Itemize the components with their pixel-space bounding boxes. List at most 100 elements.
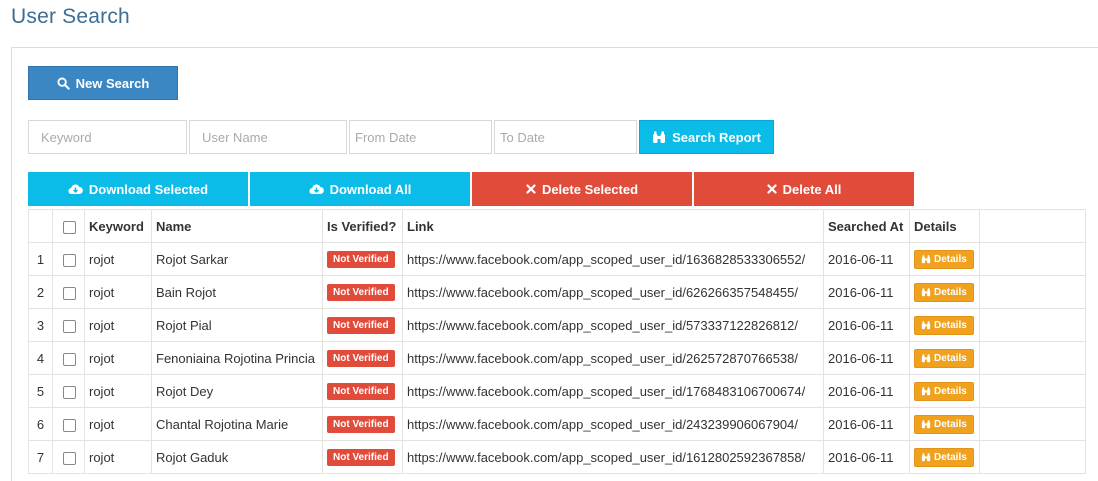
- details-button[interactable]: Details: [914, 282, 974, 302]
- row-verified-cell: Not Verified: [322, 275, 403, 309]
- cloud-download-icon: [308, 184, 324, 195]
- close-icon: [767, 184, 777, 194]
- row-searched-at: 2016-06-11: [823, 275, 910, 309]
- binoculars-icon: [921, 287, 931, 296]
- col-link: Link: [402, 209, 824, 243]
- row-keyword: rojot: [84, 374, 152, 408]
- bulk-actions: Download Selected Download All Delete Se…: [28, 172, 916, 206]
- row-details-cell: Details: [909, 407, 980, 441]
- row-name: Rojot Pial: [151, 308, 323, 342]
- row-checkbox[interactable]: [63, 319, 76, 333]
- details-button[interactable]: Details: [914, 447, 974, 467]
- binoculars-icon: [921, 386, 931, 395]
- status-badge: Not Verified: [327, 416, 395, 433]
- details-label: Details: [934, 319, 967, 331]
- row-number: 5: [28, 374, 53, 408]
- row-link[interactable]: https://www.facebook.com/app_scoped_user…: [402, 407, 824, 441]
- new-search-button[interactable]: New Search: [28, 66, 178, 100]
- search-report-button[interactable]: Search Report: [639, 120, 774, 154]
- row-link[interactable]: https://www.facebook.com/app_scoped_user…: [402, 308, 824, 342]
- table-row: 3 rojot Rojot Pial Not Verified https://www.…: [28, 308, 1086, 342]
- col-keyword: Keyword: [84, 209, 152, 243]
- select-all-checkbox[interactable]: [63, 220, 76, 234]
- row-select-cell: [52, 341, 85, 375]
- details-button[interactable]: Details: [914, 414, 974, 434]
- row-name: Bain Rojot: [151, 275, 323, 309]
- row-verified-cell: Not Verified: [322, 308, 403, 342]
- row-searched-at: 2016-06-11: [823, 374, 910, 408]
- row-name: Rojot Dey: [151, 374, 323, 408]
- row-checkbox[interactable]: [63, 385, 76, 399]
- delete-all-label: Delete All: [782, 181, 842, 197]
- to-date-input[interactable]: [494, 120, 637, 154]
- row-link[interactable]: https://www.facebook.com/app_scoped_user…: [402, 440, 824, 474]
- row-link[interactable]: https://www.facebook.com/app_scoped_user…: [402, 341, 824, 375]
- close-icon: [526, 184, 536, 194]
- row-extra-cell: [979, 275, 1086, 309]
- row-checkbox[interactable]: [63, 286, 76, 300]
- row-extra-cell: [979, 374, 1086, 408]
- table-row: 4 rojot Fenoniaina Rojotina Princia Not Ver…: [28, 341, 1086, 375]
- binoculars-icon: [921, 452, 931, 461]
- row-extra-cell: [979, 242, 1086, 276]
- row-checkbox[interactable]: [63, 451, 76, 465]
- row-select-cell: [52, 407, 85, 441]
- row-searched-at: 2016-06-11: [823, 341, 910, 375]
- details-button[interactable]: Details: [914, 249, 974, 269]
- row-extra-cell: [979, 440, 1086, 474]
- table-header-row: Keyword Name Is Verified? Link Searched …: [28, 209, 1086, 243]
- row-keyword: rojot: [84, 275, 152, 309]
- row-name: Rojot Sarkar: [151, 242, 323, 276]
- details-label: Details: [934, 418, 967, 430]
- status-badge: Not Verified: [327, 383, 395, 400]
- table-row: 7 rojot Rojot Gaduk Not Verified https://www…: [28, 440, 1086, 474]
- keyword-input[interactable]: [28, 120, 187, 154]
- download-all-button[interactable]: Download All: [250, 172, 470, 206]
- row-number: 2: [28, 275, 53, 309]
- row-searched-at: 2016-06-11: [823, 407, 910, 441]
- row-name: Rojot Gaduk: [151, 440, 323, 474]
- row-select-cell: [52, 242, 85, 276]
- row-number: 3: [28, 308, 53, 342]
- row-verified-cell: Not Verified: [322, 440, 403, 474]
- row-keyword: rojot: [84, 242, 152, 276]
- details-button[interactable]: Details: [914, 315, 974, 335]
- download-selected-button[interactable]: Download Selected: [28, 172, 248, 206]
- table-row: 6 rojot Chantal Rojotina Marie Not Verified…: [28, 407, 1086, 441]
- col-extra: [979, 209, 1086, 243]
- row-details-cell: Details: [909, 275, 980, 309]
- cloud-download-icon: [68, 184, 83, 195]
- details-button[interactable]: Details: [914, 381, 974, 401]
- delete-all-button[interactable]: Delete All: [694, 172, 914, 206]
- row-checkbox[interactable]: [63, 352, 76, 366]
- row-checkbox[interactable]: [63, 418, 76, 432]
- row-keyword: rojot: [84, 341, 152, 375]
- row-verified-cell: Not Verified: [322, 242, 403, 276]
- username-input[interactable]: [189, 120, 347, 154]
- col-name: Name: [151, 209, 323, 243]
- row-searched-at: 2016-06-11: [823, 308, 910, 342]
- details-button[interactable]: Details: [914, 348, 974, 368]
- status-badge: Not Verified: [327, 350, 395, 367]
- row-details-cell: Details: [909, 341, 980, 375]
- table-row: 5 rojot Rojot Dey Not Verified https://www.f…: [28, 374, 1086, 408]
- row-extra-cell: [979, 341, 1086, 375]
- row-select-cell: [52, 374, 85, 408]
- from-date-input[interactable]: [349, 120, 492, 154]
- details-label: Details: [934, 451, 967, 463]
- search-icon: [57, 76, 70, 90]
- row-link[interactable]: https://www.facebook.com/app_scoped_user…: [402, 242, 824, 276]
- binoculars-icon: [921, 320, 931, 329]
- row-keyword: rojot: [84, 440, 152, 474]
- details-label: Details: [934, 286, 967, 298]
- row-link[interactable]: https://www.facebook.com/app_scoped_user…: [402, 374, 824, 408]
- col-select-all: [52, 209, 85, 243]
- row-details-cell: Details: [909, 308, 980, 342]
- binoculars-icon: [921, 419, 931, 428]
- col-searched-at: Searched At: [823, 209, 910, 243]
- row-checkbox[interactable]: [63, 253, 76, 267]
- delete-selected-button[interactable]: Delete Selected: [472, 172, 692, 206]
- col-row-number: [28, 209, 53, 243]
- row-link[interactable]: https://www.facebook.com/app_scoped_user…: [402, 275, 824, 309]
- row-select-cell: [52, 275, 85, 309]
